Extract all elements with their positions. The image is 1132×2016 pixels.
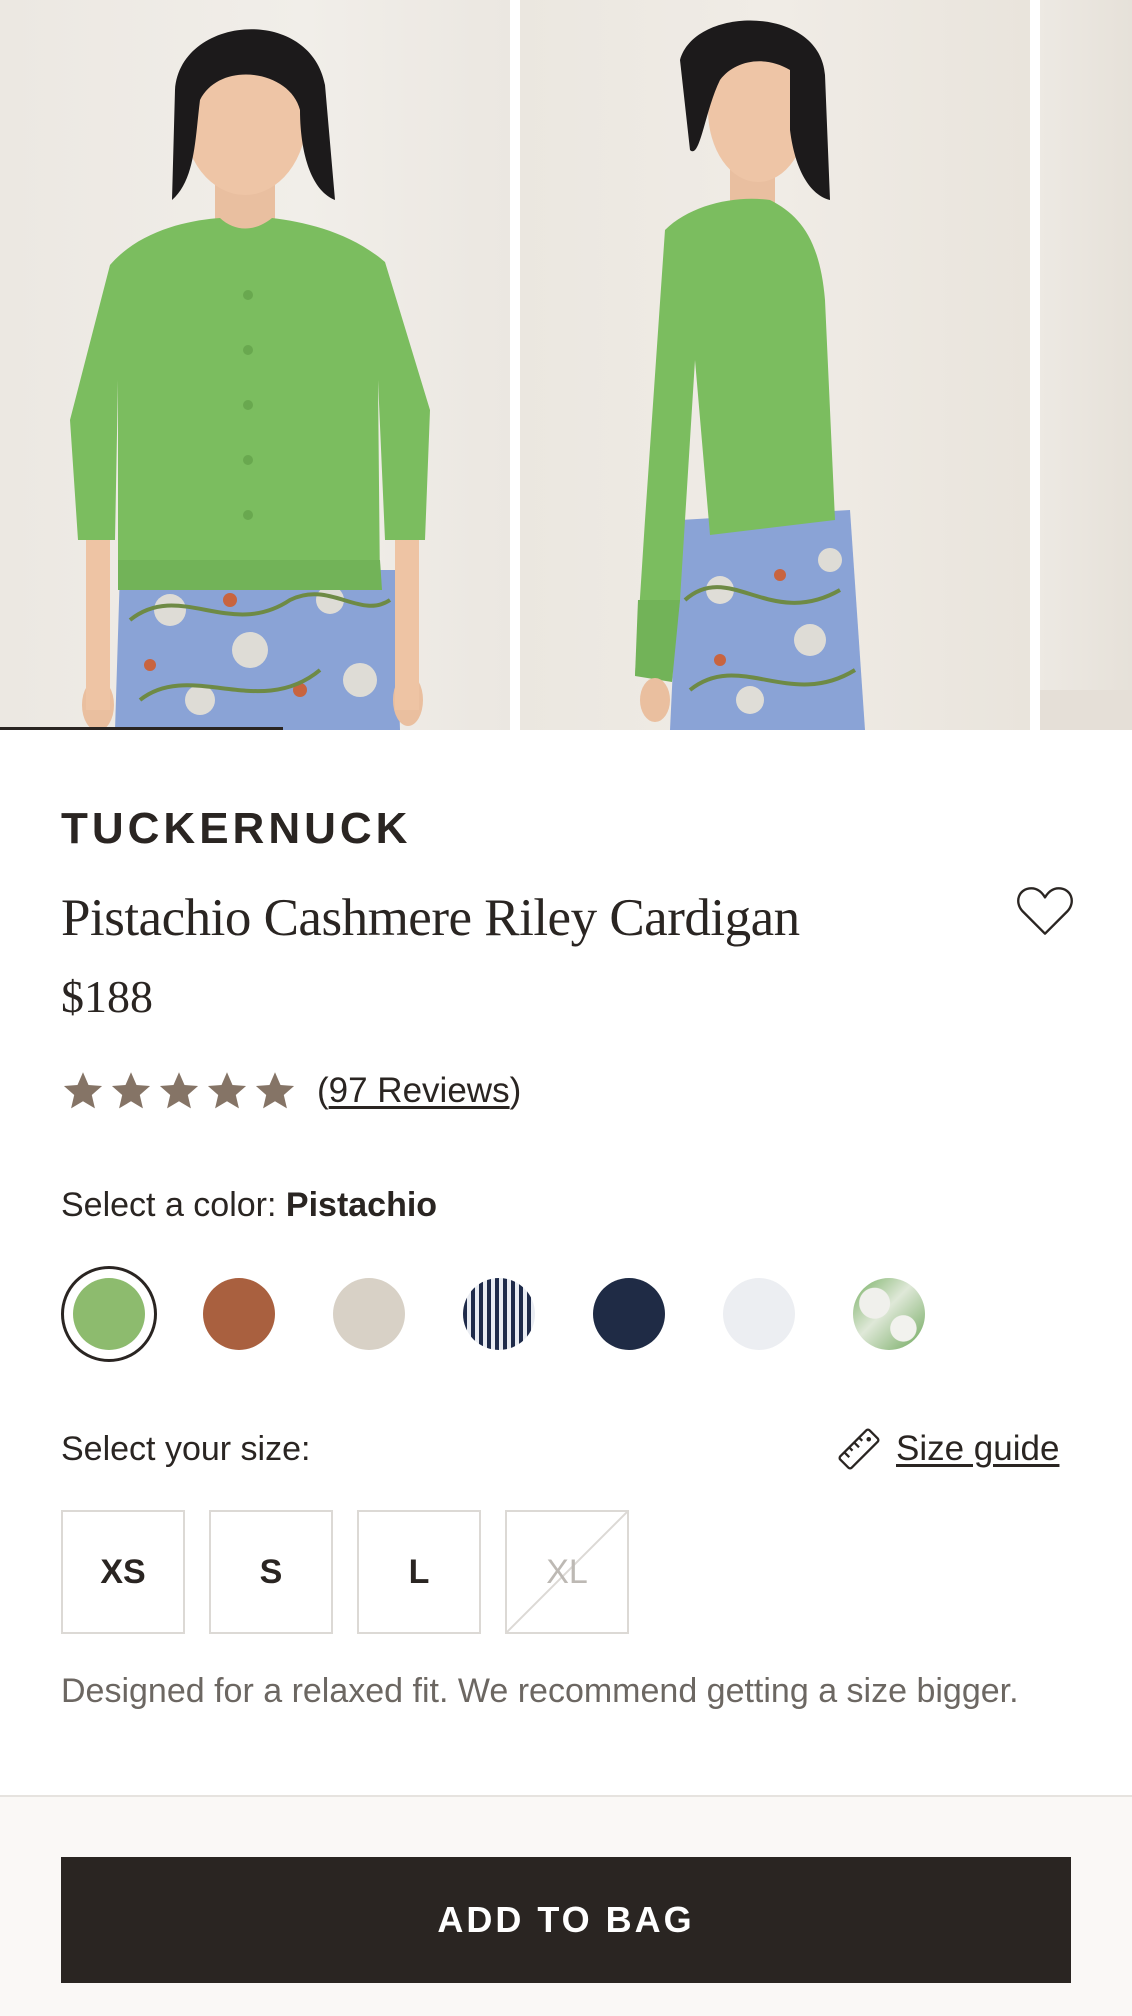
product-image-gallery[interactable] <box>0 0 1132 730</box>
ruler-icon <box>838 1428 880 1470</box>
swatch-navy[interactable] <box>581 1266 677 1362</box>
star-icon <box>109 1069 153 1113</box>
reviews-link[interactable]: 97 Reviews <box>329 1071 510 1110</box>
reviews-count: (97 Reviews) <box>317 1071 522 1110</box>
product-image-side[interactable] <box>520 0 1030 730</box>
swatch-dot <box>853 1278 925 1350</box>
size-option-label: XL <box>546 1552 588 1591</box>
size-option-xl-unavailable[interactable]: XL <box>505 1510 629 1634</box>
size-option-s[interactable]: S <box>209 1510 333 1634</box>
color-label: Select a color: Pistachio <box>61 1186 437 1225</box>
star-icon <box>157 1069 201 1113</box>
size-guide-label: Size guide <box>896 1429 1060 1468</box>
swatch-dot <box>73 1278 145 1350</box>
heart-outline-icon <box>1017 887 1073 935</box>
product-title: Pistachio Cashmere Riley Cardigan <box>61 889 800 947</box>
swatch-dot <box>723 1278 795 1350</box>
color-label-prefix: Select a color: <box>61 1186 277 1224</box>
fit-note: Designed for a relaxed fit. We recommend… <box>61 1672 1019 1710</box>
star-icon <box>61 1069 105 1113</box>
product-image-front[interactable] <box>0 0 510 730</box>
swatch-navy-stripe[interactable] <box>451 1266 547 1362</box>
swatch-green-print[interactable] <box>841 1266 937 1362</box>
swatch-dot <box>203 1278 275 1350</box>
swatch-dot <box>463 1278 535 1350</box>
size-option-l[interactable]: L <box>357 1510 481 1634</box>
size-guide-link[interactable]: Size guide <box>836 1424 1059 1474</box>
swatch-pistachio[interactable] <box>61 1266 157 1362</box>
model-front-illustration <box>70 29 430 730</box>
swatch-rust[interactable] <box>191 1266 287 1362</box>
swatch-dot <box>333 1278 405 1350</box>
swatch-oatmeal[interactable] <box>321 1266 417 1362</box>
swatch-white[interactable] <box>711 1266 807 1362</box>
star-icon <box>253 1069 297 1113</box>
model-side-illustration <box>635 20 865 730</box>
swatch-dot <box>593 1278 665 1350</box>
add-to-bag-button[interactable]: ADD TO BAG <box>61 1857 1071 1983</box>
size-option-xs[interactable]: XS <box>61 1510 185 1634</box>
sticky-footer: ADD TO BAG <box>0 1795 1132 2016</box>
product-price: $188 <box>61 971 153 1022</box>
star-icon <box>205 1069 249 1113</box>
size-label: Select your size: <box>61 1430 311 1468</box>
gallery-progress-indicator <box>0 727 283 730</box>
brand-name: TUCKERNUCK <box>61 804 412 853</box>
product-image-next-partial[interactable] <box>1040 0 1132 730</box>
selected-color-name: Pistachio <box>285 1186 438 1224</box>
wishlist-button[interactable] <box>1014 882 1076 940</box>
product-rating: (97 Reviews) <box>61 1066 521 1116</box>
